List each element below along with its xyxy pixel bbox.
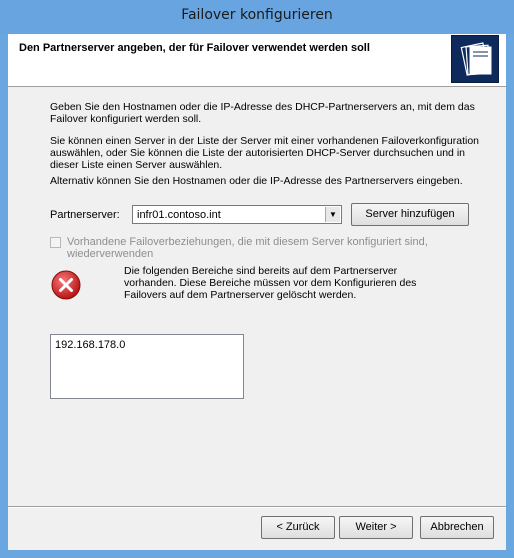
dialog-window: Failover konfigurieren Den Partnerserver… (0, 0, 514, 558)
error-message: Die folgenden Bereiche sind bereits auf … (124, 265, 417, 301)
footer-separator (8, 506, 506, 508)
description-line-3: Alternativ können Sie den Hostnamen oder… (50, 175, 463, 187)
description-line-1: Geben Sie den Hostnamen oder die IP-Adre… (50, 101, 475, 125)
reuse-failover-checkbox[interactable] (50, 237, 61, 248)
next-button[interactable]: Weiter > (339, 516, 413, 539)
title-bar[interactable]: Failover konfigurieren (0, 0, 514, 34)
dropdown-arrow-icon[interactable]: ▼ (325, 207, 340, 222)
error-icon (51, 270, 81, 300)
back-button[interactable]: < Zurück (261, 516, 335, 539)
partner-server-value[interactable]: infr01.contoso.int (137, 209, 221, 221)
wizard-folder-icon (451, 35, 499, 83)
partner-server-label: Partnerserver: (50, 209, 120, 221)
reuse-failover-label: Vorhandene Failoverbeziehungen, die mit … (67, 236, 428, 260)
scope-list-item[interactable]: 192.168.178.0 (55, 339, 125, 351)
wizard-header: Den Partnerserver angeben, der für Failo… (8, 34, 506, 87)
cancel-button[interactable]: Abbrechen (420, 516, 494, 539)
description-line-2: Sie können einen Server in der Liste der… (50, 135, 479, 171)
window-title: Failover konfigurieren (181, 7, 333, 23)
dialog-client-area: Den Partnerserver angeben, der für Failo… (8, 34, 506, 550)
partner-server-combobox[interactable]: infr01.contoso.int ▼ (132, 205, 342, 224)
add-server-button[interactable]: Server hinzufügen (351, 203, 469, 226)
page-heading: Den Partnerserver angeben, der für Failo… (19, 42, 370, 54)
conflicting-scopes-list[interactable]: 192.168.178.0 (50, 334, 244, 399)
